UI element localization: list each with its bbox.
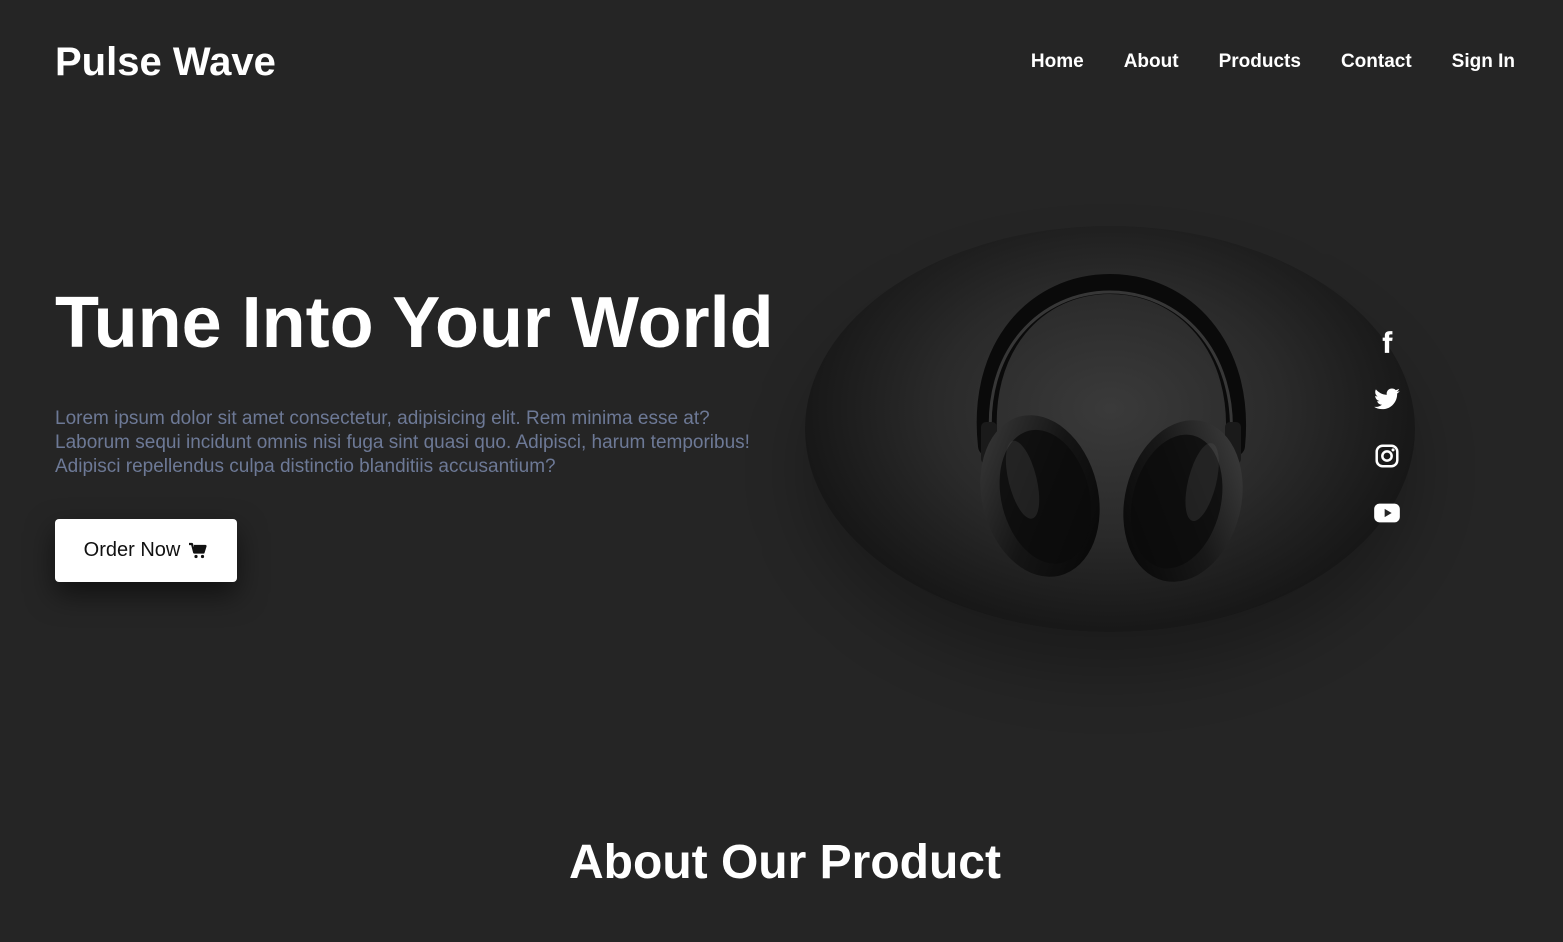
order-now-button[interactable]: Order Now <box>55 519 237 582</box>
twitter-icon[interactable] <box>1373 385 1401 413</box>
order-now-label: Order Now <box>83 539 181 561</box>
nav-link-products[interactable]: Products <box>1219 50 1301 74</box>
about-section-title: About Our Product <box>569 836 1001 889</box>
main-nav: Home About Products Contact Sign In <box>1031 50 1515 74</box>
cart-icon <box>188 541 208 561</box>
facebook-icon[interactable] <box>1373 328 1401 356</box>
nav-link-contact[interactable]: Contact <box>1341 50 1412 74</box>
instagram-icon[interactable] <box>1373 442 1401 470</box>
hero-title: Tune Into Your World <box>55 283 774 363</box>
brand-logo[interactable]: Pulse Wave <box>55 38 276 86</box>
hero-description: Lorem ipsum dolor sit amet consectetur, … <box>55 408 750 477</box>
nav-link-about[interactable]: About <box>1124 50 1179 74</box>
nav-link-sign-in[interactable]: Sign In <box>1452 50 1515 74</box>
nav-link-home[interactable]: Home <box>1031 50 1084 74</box>
social-links <box>1373 328 1401 527</box>
youtube-icon[interactable] <box>1373 499 1401 527</box>
headphones-image <box>805 226 1415 632</box>
